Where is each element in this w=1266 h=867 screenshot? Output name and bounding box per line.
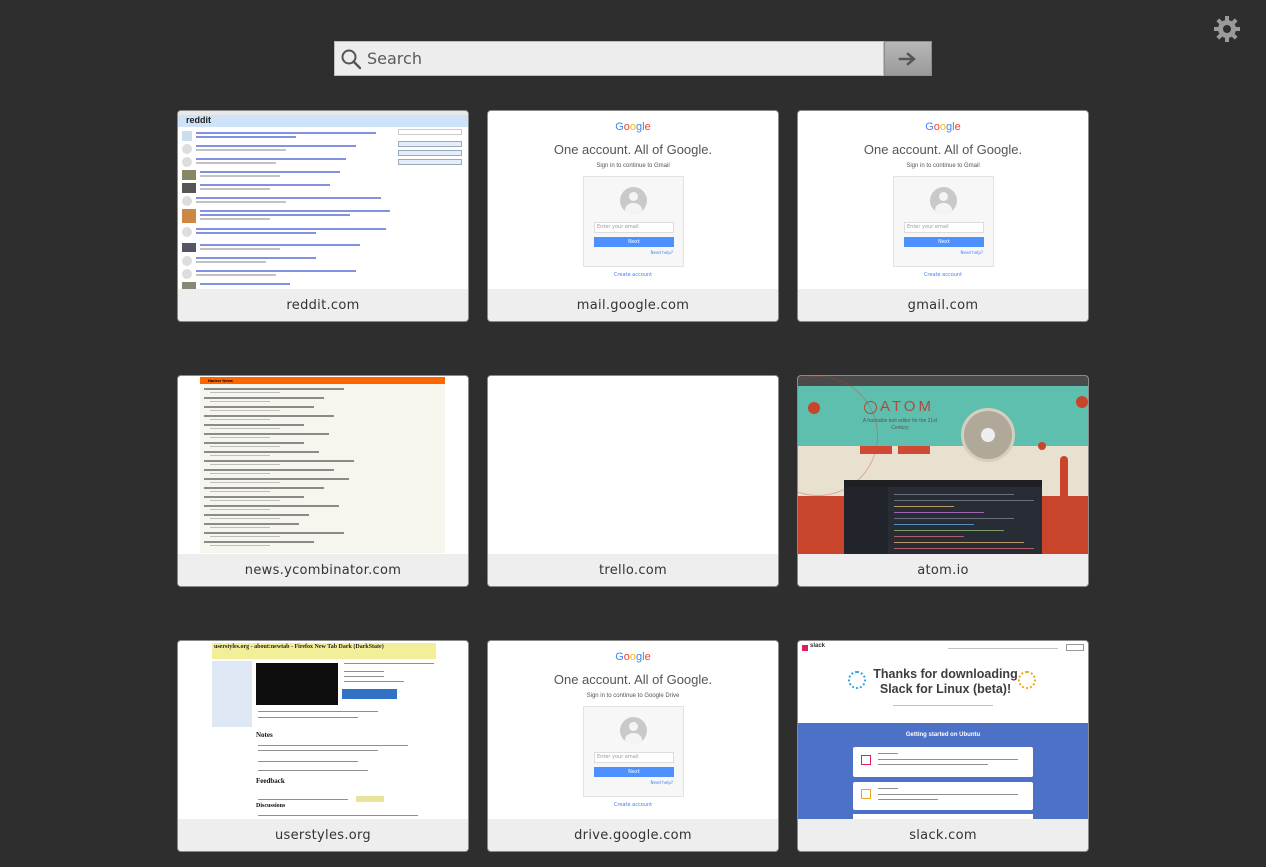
create-account-link: Create account — [923, 272, 963, 278]
google-subtitle: Sign in to continue to Gmail — [906, 163, 980, 169]
tile-label: atom.io — [798, 554, 1088, 586]
settings-gear-icon[interactable] — [1213, 15, 1241, 43]
tile-drive-google[interactable]: Google One account. All of Google. Sign … — [487, 640, 779, 852]
google-subtitle: Sign in to continue to Google Drive — [586, 693, 680, 699]
next-button: Next — [904, 237, 984, 247]
signin-card: Enter your email Next Need help? — [893, 176, 994, 267]
notes-heading: Notes — [256, 731, 273, 739]
slack-headline: Thanks for downloading Slack for Linux (… — [873, 667, 1018, 696]
slack-logo-icon — [802, 645, 808, 651]
search-go-button[interactable] — [884, 41, 932, 76]
google-logo: Google — [615, 651, 651, 663]
search-icon — [335, 42, 367, 75]
thumbnail-slack: slack Thanks for downloading Slack for L… — [798, 641, 1088, 819]
thumbnail-hacker-news: Hacker News — [178, 376, 468, 554]
tile-label: userstyles.org — [178, 819, 468, 851]
search-input[interactable] — [367, 42, 883, 75]
thumbnail-google-signin: Google One account. All of Google. Sign … — [488, 111, 778, 289]
create-account-link: Create account — [613, 272, 653, 278]
need-help-link: Need help? — [650, 250, 674, 255]
next-button: Next — [594, 767, 674, 777]
thumbnail-atom: ATOM A hackable text editor for the 21st… — [798, 376, 1088, 554]
tile-userstyles[interactable]: userstyles.org - about:newtab - Firefox … — [177, 640, 469, 852]
thumbnail-reddit: reddit — [178, 111, 468, 289]
avatar-icon — [930, 187, 957, 214]
tile-label: reddit.com — [178, 289, 468, 321]
thumbnail-google-signin: Google One account. All of Google. Sign … — [488, 641, 778, 819]
rocket-icon — [1060, 456, 1068, 508]
need-help-link: Need help? — [650, 780, 674, 785]
discussions-heading: Discussions — [256, 803, 286, 809]
tile-hacker-news[interactable]: Hacker News news.ycombinator.com — [177, 375, 469, 587]
google-headline: One account. All of Google. — [553, 672, 713, 687]
reddit-logo: reddit — [186, 115, 212, 125]
email-field: Enter your email — [594, 752, 674, 763]
tile-label: trello.com — [488, 554, 778, 586]
play-icon — [981, 428, 995, 442]
google-headline: One account. All of Google. — [553, 142, 713, 157]
atom-title: ATOM — [880, 398, 934, 415]
slack-logo: slack — [810, 643, 826, 649]
tile-label: drive.google.com — [488, 819, 778, 851]
tile-reddit[interactable]: reddit reddit.com — [177, 110, 469, 322]
signin-card: Enter your email Next Need help? — [583, 176, 684, 267]
thumbnail-userstyles: userstyles.org - about:newtab - Firefox … — [178, 641, 468, 819]
google-subtitle: Sign in to continue to Gmail — [596, 163, 670, 169]
avatar-icon — [620, 717, 647, 744]
feedback-heading: Feedback — [256, 777, 285, 785]
search-box — [334, 41, 884, 76]
thumbnail-trello — [488, 376, 778, 554]
tile-label: mail.google.com — [488, 289, 778, 321]
need-help-link: Need help? — [960, 250, 984, 255]
arrow-right-icon — [898, 51, 916, 66]
atom-logo-icon — [864, 401, 877, 414]
slack-getting-started: Getting started on Ubuntu — [905, 732, 981, 738]
tile-label: slack.com — [798, 819, 1088, 851]
userstyles-title: userstyles.org - about:newtab - Firefox … — [214, 644, 384, 650]
hn-title: Hacker News — [208, 378, 233, 383]
signin-card: Enter your email Next Need help? — [583, 706, 684, 797]
email-field: Enter your email — [904, 222, 984, 233]
next-button: Next — [594, 237, 674, 247]
tile-label: gmail.com — [798, 289, 1088, 321]
atom-tagline: A hackable text editor for the 21st Cent… — [862, 418, 938, 431]
create-account-link: Create account — [613, 802, 653, 808]
tile-atom[interactable]: ATOM A hackable text editor for the 21st… — [797, 375, 1089, 587]
tile-trello[interactable]: trello.com — [487, 375, 779, 587]
google-logo: Google — [925, 121, 961, 133]
tile-label: news.ycombinator.com — [178, 554, 468, 586]
google-headline: One account. All of Google. — [863, 142, 1023, 157]
email-field: Enter your email — [594, 222, 674, 233]
tile-slack[interactable]: slack Thanks for downloading Slack for L… — [797, 640, 1089, 852]
tile-gmail[interactable]: Google One account. All of Google. Sign … — [797, 110, 1089, 322]
google-logo: Google — [615, 121, 651, 133]
avatar-icon — [620, 187, 647, 214]
thumbnail-google-signin: Google One account. All of Google. Sign … — [798, 111, 1088, 289]
tile-mail-google[interactable]: Google One account. All of Google. Sign … — [487, 110, 779, 322]
search-bar — [334, 41, 932, 76]
